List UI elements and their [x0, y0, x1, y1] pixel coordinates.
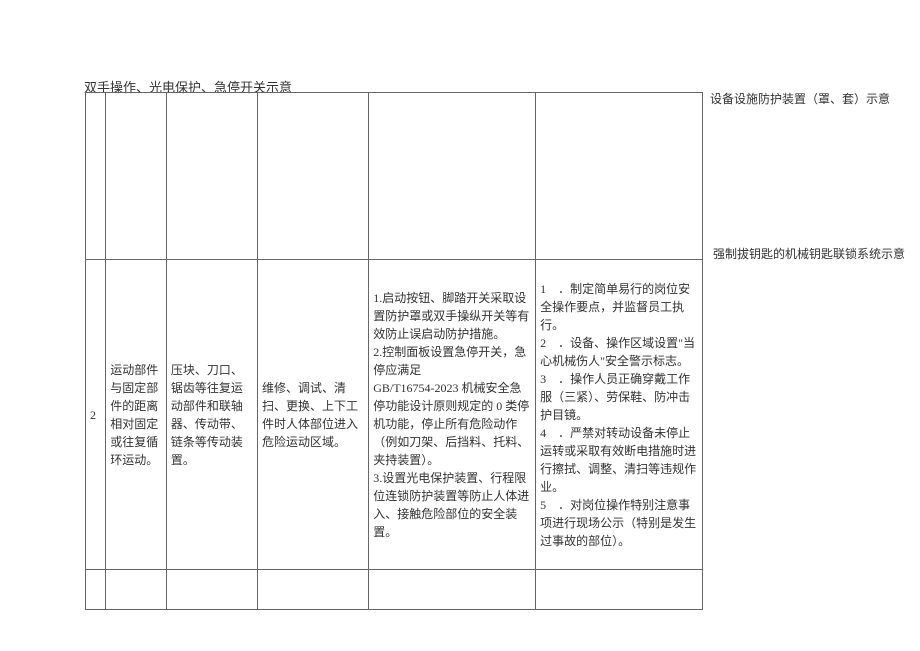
cell-bottom-6: [536, 570, 703, 610]
cell-parts: 压块、刀口、锯齿等往复运动部件和联轴器、传动带、链条等传动装置。: [166, 260, 257, 570]
cell-blank-2: [106, 93, 167, 260]
caption-key-interlock: 强制拔钥匙的机械钥匙联锁系统示意: [713, 245, 905, 262]
cell-bottom-5: [369, 570, 536, 610]
data-table: 2 运动部件与固定部件的距离相对固定或往复循环运动。 压块、刀口、锯齿等往复运动…: [85, 92, 703, 610]
table-row-bottom: [86, 570, 703, 610]
data-table-wrap: 2 运动部件与固定部件的距离相对固定或往复循环运动。 压块、刀口、锯齿等往复运动…: [85, 92, 703, 610]
cell-maintenance: 维修、调试、清扫、更换、上下工件时人体部位进入危险运动区域。: [257, 260, 368, 570]
cell-bottom-3: [166, 570, 257, 610]
cell-category: 运动部件与固定部件的距离相对固定或往复循环运动。: [106, 260, 167, 570]
cell-blank-6: [536, 93, 703, 260]
table-row-blank: [86, 93, 703, 260]
cell-bottom-2: [106, 570, 167, 610]
cell-bottom-1: [86, 570, 106, 610]
cell-blank-1: [86, 93, 106, 260]
cell-measures: 1.启动按钮、脚踏开关采取设置防护罩或双手操纵开关等有效防止误启动防护措施。2.…: [369, 260, 536, 570]
cell-index: 2: [86, 260, 106, 570]
cell-management: 1 ．制定简单易行的岗位安全操作要点，并监督员工执行。2 ．设备、操作区域设置"…: [536, 260, 703, 570]
cell-bottom-4: [257, 570, 368, 610]
cell-blank-5: [369, 93, 536, 260]
cell-blank-3: [166, 93, 257, 260]
table-row: 2 运动部件与固定部件的距离相对固定或往复循环运动。 压块、刀口、锯齿等往复运动…: [86, 260, 703, 570]
caption-protective-device: 设备设施防护装置（罩、套）示意: [710, 90, 890, 107]
cell-blank-4: [257, 93, 368, 260]
